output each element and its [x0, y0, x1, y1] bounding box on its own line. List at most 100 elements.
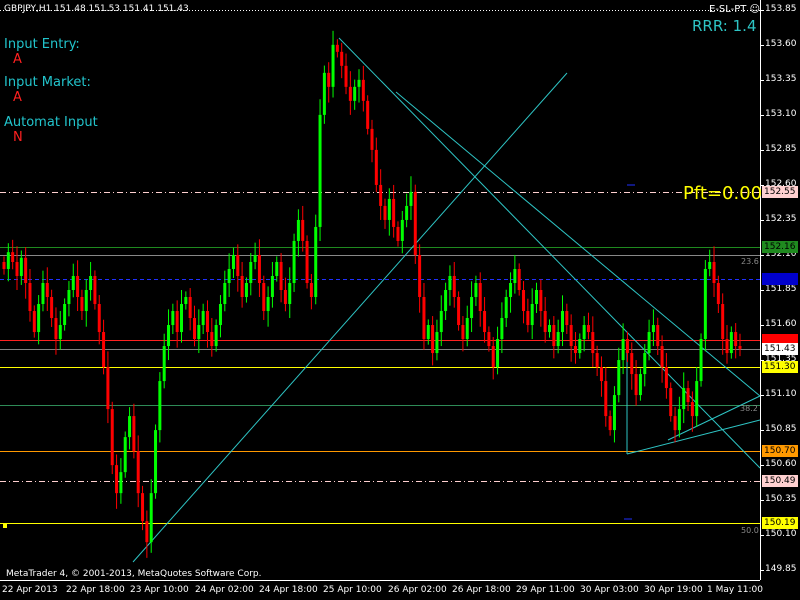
time-tick-label: 24 Apr 02:00: [195, 585, 254, 595]
time-tick-label: 22 Apr 2013: [2, 585, 58, 595]
candle-body: [738, 346, 742, 349]
candle-body: [638, 374, 642, 396]
price-tick-label: 153.10: [765, 108, 797, 119]
candle-body: [374, 149, 378, 185]
candle-body: [591, 332, 595, 354]
candle-body: [270, 275, 274, 298]
candle-body: [673, 416, 677, 431]
price-box-label: 152.55: [762, 185, 798, 198]
candle-body: [409, 191, 413, 206]
candle-body: [41, 282, 45, 305]
time-tick-label: 30 Apr 03:00: [580, 585, 639, 595]
fib-label-23-6: 23.6: [741, 257, 759, 266]
candle-body: [218, 304, 222, 326]
candle-body: [67, 290, 71, 305]
price-tick-label: 153.60: [765, 38, 797, 49]
candle-body: [721, 304, 725, 340]
candle-body: [370, 128, 374, 150]
candle-body: [418, 254, 422, 298]
candle-body: [102, 332, 106, 368]
candle-body: [608, 416, 612, 431]
candle-body: [231, 254, 235, 269]
candle-body: [517, 268, 521, 290]
candle-body: [240, 275, 244, 298]
candle-body: [110, 409, 114, 466]
candle-body: [426, 325, 430, 340]
candle-body: [244, 282, 248, 298]
candle-body: [405, 205, 409, 220]
candle-body: [500, 318, 504, 340]
candle-body: [162, 346, 166, 382]
candle-body: [504, 297, 508, 319]
candle-body: [361, 79, 365, 101]
candle-body: [651, 325, 655, 333]
candle-body: [452, 275, 456, 298]
candle-body: [348, 86, 352, 101]
candle-body: [205, 311, 209, 333]
time-tick-label: 25 Apr 10:00: [323, 585, 382, 595]
time-tick-label: 23 Apr 10:00: [130, 585, 189, 595]
candle-body: [448, 275, 452, 290]
automat-input-value: N: [13, 130, 23, 145]
candle-body: [725, 339, 729, 354]
price-tick-label: 150.10: [765, 529, 797, 540]
candle-body: [573, 346, 577, 354]
candle-body: [71, 275, 75, 290]
candle-body: [465, 318, 469, 340]
candle-body: [387, 198, 391, 220]
candle-body: [97, 304, 101, 333]
candle-body: [292, 240, 296, 283]
candle-body: [344, 65, 348, 87]
candle-body: [188, 297, 192, 319]
candle-body: [2, 261, 6, 269]
price-box-label: 151.93: [762, 272, 798, 285]
candle-body: [578, 339, 582, 354]
candle-body: [115, 465, 119, 494]
candle-body: [617, 360, 621, 396]
triangle-side-1: [626, 419, 761, 455]
candle-body: [340, 51, 344, 66]
candle-body: [509, 282, 513, 298]
candle-body: [599, 367, 603, 382]
symbol-info: GBPJPY,H1 151.48 151.53 151.41 151.43: [4, 4, 189, 14]
candle-body: [19, 257, 23, 276]
candle-body: [132, 416, 136, 452]
candle-body: [76, 275, 80, 298]
candle-body: [149, 493, 153, 543]
candle-body: [357, 79, 361, 87]
fib-label-50-0: 50.0: [741, 526, 759, 535]
price-tick-label: 153.85: [765, 3, 797, 14]
time-tick-label: 22 Apr 18:00: [66, 585, 125, 595]
candle-body: [335, 44, 339, 52]
candle-body: [214, 325, 218, 347]
candle-body: [656, 325, 660, 347]
candle-body: [322, 72, 326, 115]
time-tick-label: 24 Apr 18:00: [259, 585, 318, 595]
candle-body: [227, 268, 231, 283]
candle-body: [708, 261, 712, 269]
candle-body: [296, 219, 300, 241]
candle-body: [353, 86, 357, 101]
candle-body: [612, 395, 616, 431]
candle-body: [474, 282, 478, 298]
candle-body: [522, 290, 526, 312]
candle-body: [50, 297, 54, 319]
candle-body: [660, 346, 664, 368]
candle-body: [595, 353, 599, 368]
candle-body: [543, 311, 547, 333]
candle-body: [396, 226, 400, 241]
candlestick-chart[interactable]: [0, 0, 800, 600]
candle-body: [556, 332, 560, 347]
candle-body: [457, 297, 461, 326]
price-tick-label: 150.60: [765, 459, 797, 470]
candle-body: [288, 282, 292, 305]
candle-body: [37, 304, 41, 333]
candle-body: [28, 282, 32, 312]
candle-body: [93, 275, 97, 305]
candle-body: [690, 402, 694, 417]
price-box-label: 150.49: [762, 474, 798, 487]
candle-body: [63, 304, 67, 326]
candle-body: [444, 290, 448, 312]
candle-body: [621, 339, 625, 361]
rrr-label: RRR: 1.4: [692, 17, 757, 35]
